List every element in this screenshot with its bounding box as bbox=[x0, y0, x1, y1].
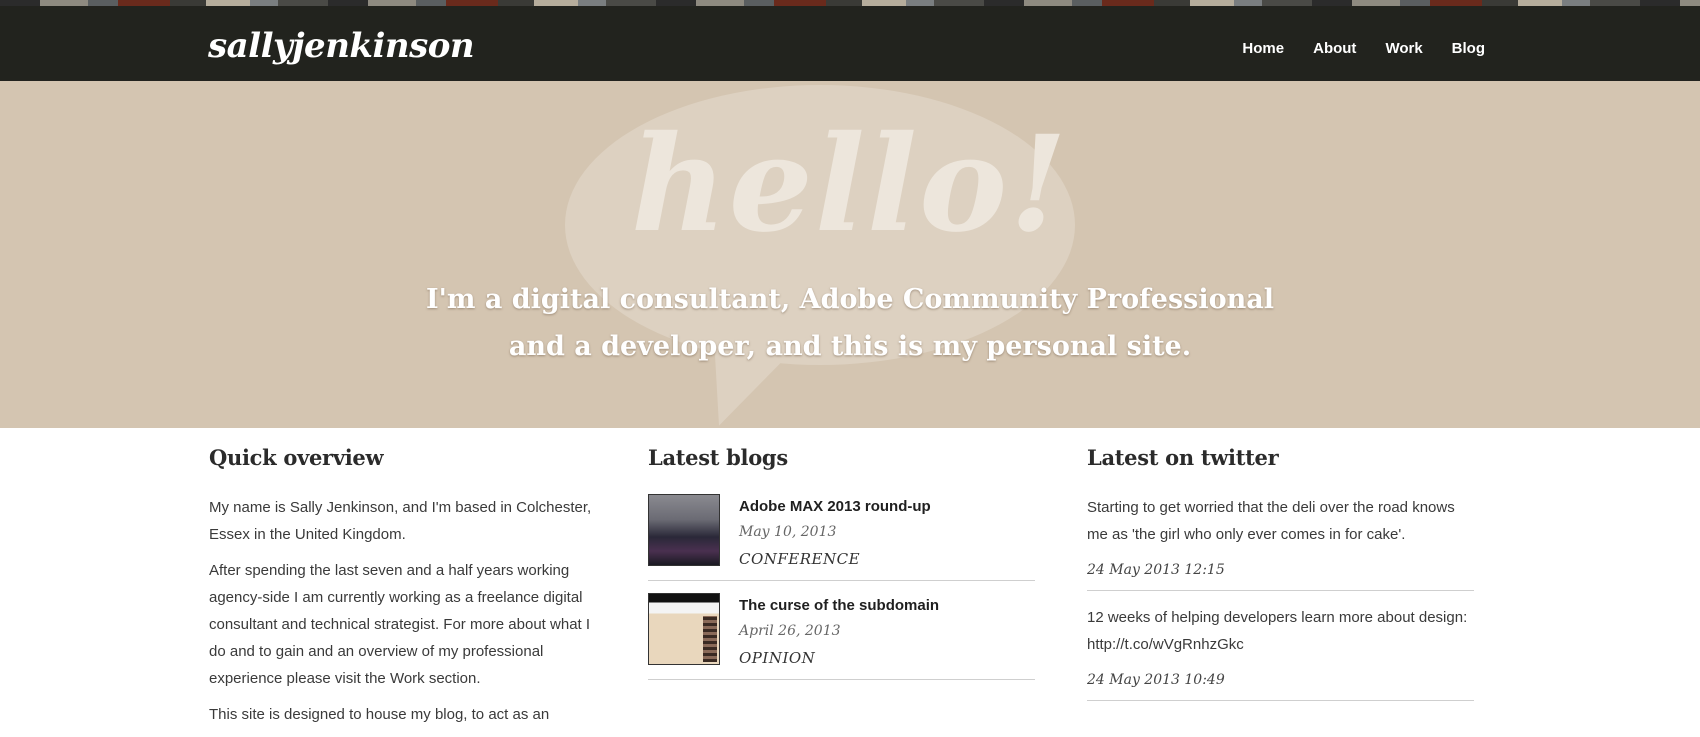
latest-twitter-section: Latest on twitter Starting to get worrie… bbox=[1087, 428, 1477, 714]
twitter-heading: Latest on twitter bbox=[1087, 445, 1279, 470]
blog-title-link[interactable]: The curse of the subdomain bbox=[739, 597, 939, 614]
nav-blog-link[interactable]: Blog bbox=[1452, 40, 1485, 57]
blogs-heading: Latest blogs bbox=[648, 445, 788, 470]
blog-title-link[interactable]: Adobe MAX 2013 round-up bbox=[739, 498, 931, 515]
blog-date: April 26, 2013 bbox=[739, 623, 841, 639]
overview-paragraph: After spending the last seven and a half… bbox=[209, 562, 591, 687]
nav-about-link[interactable]: About bbox=[1313, 40, 1356, 57]
blog-category-link[interactable]: OPINION bbox=[739, 649, 939, 667]
blog-thumbnail[interactable] bbox=[648, 494, 720, 566]
latest-blogs-section: Latest blogs Adobe MAX 2013 round-up May… bbox=[648, 428, 1038, 692]
site-header: sallyjenkinson Home About Work Blog bbox=[0, 6, 1700, 81]
site-logo[interactable]: sallyjenkinson bbox=[208, 26, 475, 66]
overview-heading: Quick overview bbox=[209, 445, 384, 470]
hero-hello-text: hello! bbox=[630, 107, 1070, 262]
tweet-item: Starting to get worried that the deli ov… bbox=[1087, 494, 1474, 591]
main-nav: Home About Work Blog bbox=[1242, 40, 1485, 57]
tagline-line-1: I'm a digital consultant, Adobe Communit… bbox=[425, 284, 1275, 315]
blog-list-item[interactable]: Adobe MAX 2013 round-up May 10, 2013 CON… bbox=[648, 494, 1035, 581]
tweet-timestamp-link[interactable]: 24 May 2013 12:15 bbox=[1087, 562, 1474, 578]
overview-paragraph: My name is Sally Jenkinson, and I'm base… bbox=[209, 499, 592, 543]
hero-tagline: I'm a digital consultant, Adobe Communit… bbox=[0, 276, 1700, 370]
blog-thumbnail[interactable] bbox=[648, 593, 720, 665]
hero-banner: hello! I'm a digital consultant, Adobe C… bbox=[0, 81, 1700, 428]
nav-home-link[interactable]: Home bbox=[1242, 40, 1284, 57]
quick-overview-section: Quick overview My name is Sally Jenkinso… bbox=[209, 428, 599, 737]
tweet-text: 12 weeks of helping developers learn mor… bbox=[1087, 609, 1468, 653]
overview-paragraph: This site is designed to house my blog, … bbox=[209, 706, 550, 723]
blog-category-link[interactable]: CONFERENCE bbox=[739, 550, 931, 568]
nav-work-link[interactable]: Work bbox=[1385, 40, 1422, 57]
blog-date: May 10, 2013 bbox=[739, 524, 837, 540]
tweet-item: 12 weeks of helping developers learn mor… bbox=[1087, 604, 1474, 701]
tweet-timestamp-link[interactable]: 24 May 2013 10:49 bbox=[1087, 672, 1474, 688]
tagline-line-2: and a developer, and this is my personal… bbox=[508, 331, 1192, 362]
tweet-text: Starting to get worried that the deli ov… bbox=[1087, 499, 1455, 543]
blog-list-item[interactable]: The curse of the subdomain April 26, 201… bbox=[648, 593, 1035, 680]
